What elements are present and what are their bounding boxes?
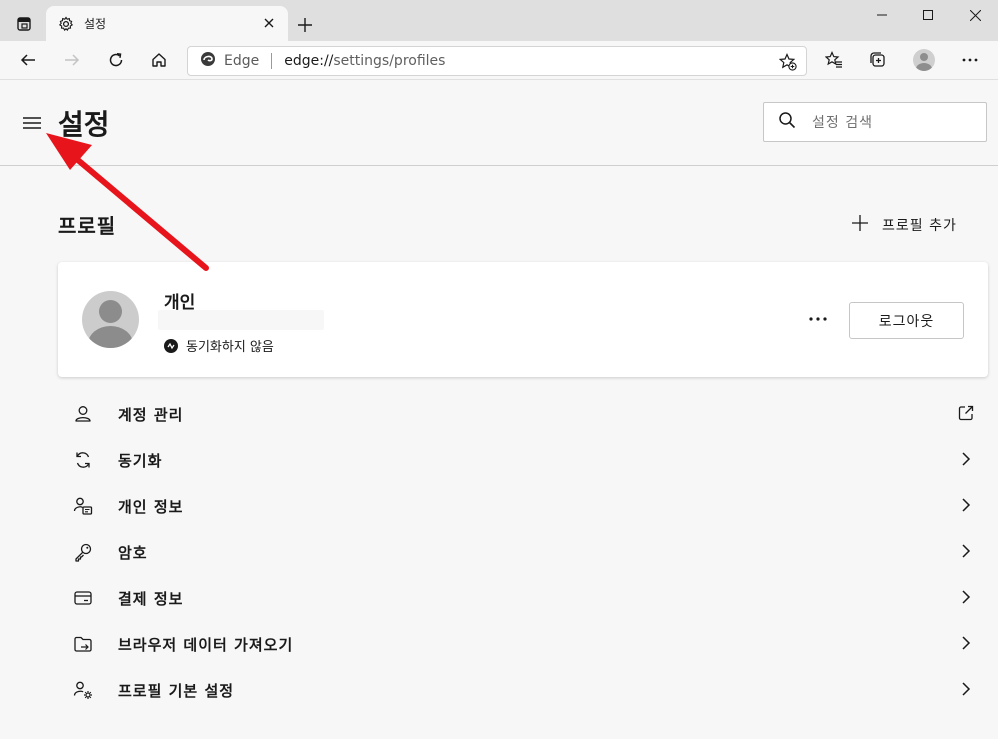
profile-settings-list: 계정 관리 동기화 개인 정보 암호 결제 정보 브라우저 데이터 가져오기 프… [58, 391, 988, 713]
profile-settings-icon [72, 679, 94, 701]
url-scheme: edge:// [284, 53, 334, 69]
gear-icon [58, 16, 74, 32]
minimize-button[interactable] [859, 0, 905, 30]
home-button[interactable] [144, 45, 174, 75]
import-folder-icon [72, 633, 94, 655]
logout-button[interactable]: 로그아웃 [849, 302, 964, 339]
settings-header: 설정 설정 검색 [0, 81, 998, 166]
section-title: 프로필 [58, 214, 117, 238]
site-name: Edge [224, 53, 260, 69]
chevron-right-icon [956, 495, 976, 515]
chevron-right-icon [956, 541, 976, 561]
refresh-button[interactable] [101, 45, 131, 75]
profile-button[interactable] [909, 45, 939, 75]
list-item-passwords[interactable]: 암호 [58, 529, 988, 575]
sync-status-text: 동기화하지 않음 [186, 340, 274, 355]
url-path: settings/profiles [333, 53, 446, 69]
list-item-label: 개인 정보 [118, 498, 184, 516]
address-separator [271, 53, 273, 69]
more-options-button[interactable] [955, 45, 985, 75]
plus-icon [852, 215, 868, 235]
settings-search-input[interactable]: 설정 검색 [763, 102, 987, 142]
tab-settings[interactable]: 설정 [46, 6, 288, 41]
list-item-label: 계정 관리 [118, 406, 184, 424]
list-item-label: 암호 [118, 544, 148, 562]
close-window-button[interactable] [952, 0, 998, 30]
title-bar: 설정 [0, 0, 998, 41]
key-icon [72, 541, 94, 563]
search-placeholder: 설정 검색 [812, 115, 873, 131]
new-tab-button[interactable] [292, 12, 318, 38]
profile-email-redacted [158, 310, 324, 330]
hamburger-menu-icon[interactable] [18, 111, 46, 135]
tab-actions-icon[interactable] [10, 10, 38, 38]
profile-more-button[interactable] [806, 307, 830, 331]
collections-button[interactable] [863, 45, 893, 75]
card-icon [72, 587, 94, 609]
chevron-right-icon [956, 679, 976, 699]
favorites-button[interactable] [819, 45, 849, 75]
external-link-icon[interactable] [956, 403, 976, 423]
sync-icon [72, 449, 94, 471]
add-favorite-icon[interactable] [778, 52, 798, 72]
chevron-right-icon [956, 587, 976, 607]
back-button[interactable] [13, 45, 43, 75]
add-profile-button[interactable]: 프로필 추가 [852, 212, 957, 238]
list-item-payment-info[interactable]: 결제 정보 [58, 575, 988, 621]
edge-logo-icon [200, 51, 216, 71]
list-item-import-browser-data[interactable]: 브라우저 데이터 가져오기 [58, 621, 988, 667]
page-title: 설정 [58, 108, 110, 141]
list-item-account-management[interactable]: 계정 관리 [58, 391, 988, 437]
avatar [913, 49, 935, 71]
list-item-label: 브라우저 데이터 가져오기 [118, 636, 294, 654]
chevron-right-icon [956, 633, 976, 653]
browser-toolbar: Edge edge://settings/profiles [0, 41, 998, 80]
address-bar[interactable]: Edge edge://settings/profiles [187, 46, 807, 76]
url-text[interactable]: edge://settings/profiles [284, 53, 445, 69]
list-item-label: 결제 정보 [118, 590, 184, 608]
account-icon [72, 403, 94, 425]
profile-avatar [82, 291, 139, 348]
list-item-label: 프로필 기본 설정 [118, 682, 235, 700]
chevron-right-icon [956, 449, 976, 469]
list-item-personal-info[interactable]: 개인 정보 [58, 483, 988, 529]
sync-status: 동기화하지 않음 [164, 336, 274, 355]
tab-title: 설정 [84, 17, 107, 31]
search-icon [778, 111, 796, 133]
personal-info-icon [72, 495, 94, 517]
list-item-profile-preferences[interactable]: 프로필 기본 설정 [58, 667, 988, 713]
list-item-sync[interactable]: 동기화 [58, 437, 988, 483]
profile-card: 개인 동기화하지 않음 로그아웃 [58, 262, 988, 377]
add-profile-label: 프로필 추가 [882, 218, 957, 234]
maximize-button[interactable] [905, 0, 951, 30]
list-item-label: 동기화 [118, 452, 163, 470]
forward-button[interactable] [57, 45, 87, 75]
sync-off-icon [164, 338, 178, 353]
close-tab-icon[interactable] [260, 14, 278, 32]
